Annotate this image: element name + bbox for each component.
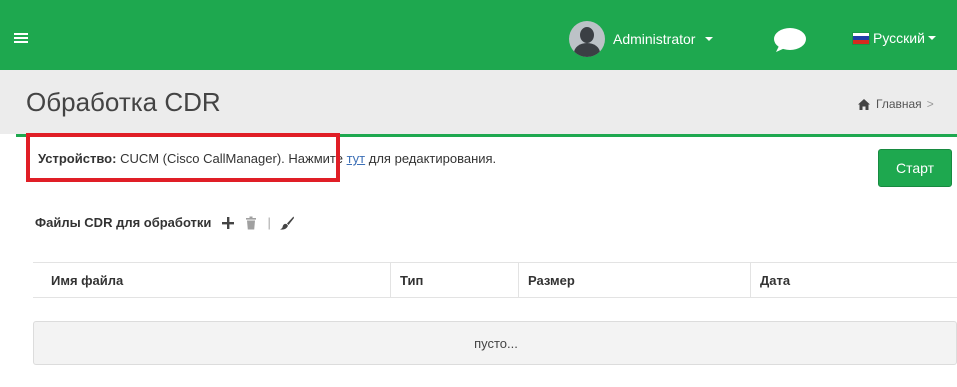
edit-device-link[interactable]: тут: [347, 151, 366, 166]
breadcrumb: Главная >: [858, 97, 934, 111]
chevron-down-icon: [705, 37, 714, 41]
chevron-down-icon: [927, 36, 936, 40]
column-size[interactable]: Размер: [528, 273, 575, 288]
empty-table-row: пусто...: [33, 321, 957, 365]
language-menu[interactable]: Русский: [852, 30, 936, 46]
breadcrumb-separator: >: [926, 97, 934, 111]
top-navbar: Administrator Русский: [0, 0, 957, 70]
highlight-annotation: [26, 133, 340, 182]
user-name: Administrator: [613, 31, 696, 47]
home-icon: [858, 98, 870, 110]
start-button[interactable]: Старт: [878, 149, 952, 187]
plus-icon[interactable]: [221, 216, 235, 230]
user-menu[interactable]: Administrator: [569, 20, 714, 58]
language-label: Русский: [873, 30, 925, 46]
trash-icon[interactable]: [244, 216, 258, 230]
files-table-header: Имя файла Тип Размер Дата: [33, 262, 957, 298]
column-filename[interactable]: Имя файла: [51, 273, 123, 288]
toolbar-separator: |: [267, 215, 271, 230]
menu-toggle-icon[interactable]: [14, 33, 28, 44]
column-date[interactable]: Дата: [760, 273, 790, 288]
files-title: Файлы CDR для обработки: [35, 215, 212, 230]
brush-icon[interactable]: [279, 216, 294, 230]
avatar: [569, 21, 605, 57]
files-toolbar: Файлы CDR для обработки |: [35, 215, 303, 230]
column-type[interactable]: Тип: [400, 273, 423, 288]
device-prompt-after: для редактирования.: [368, 151, 497, 166]
breadcrumb-home-link[interactable]: Главная: [876, 97, 922, 111]
page-title: Обработка CDR: [26, 87, 221, 117]
app-root: Administrator Русский Обработка CDR Глав…: [0, 0, 957, 387]
russian-flag-icon: [852, 31, 870, 45]
chat-bubble-icon[interactable]: [773, 27, 807, 53]
empty-table-text: пусто...: [474, 336, 518, 351]
